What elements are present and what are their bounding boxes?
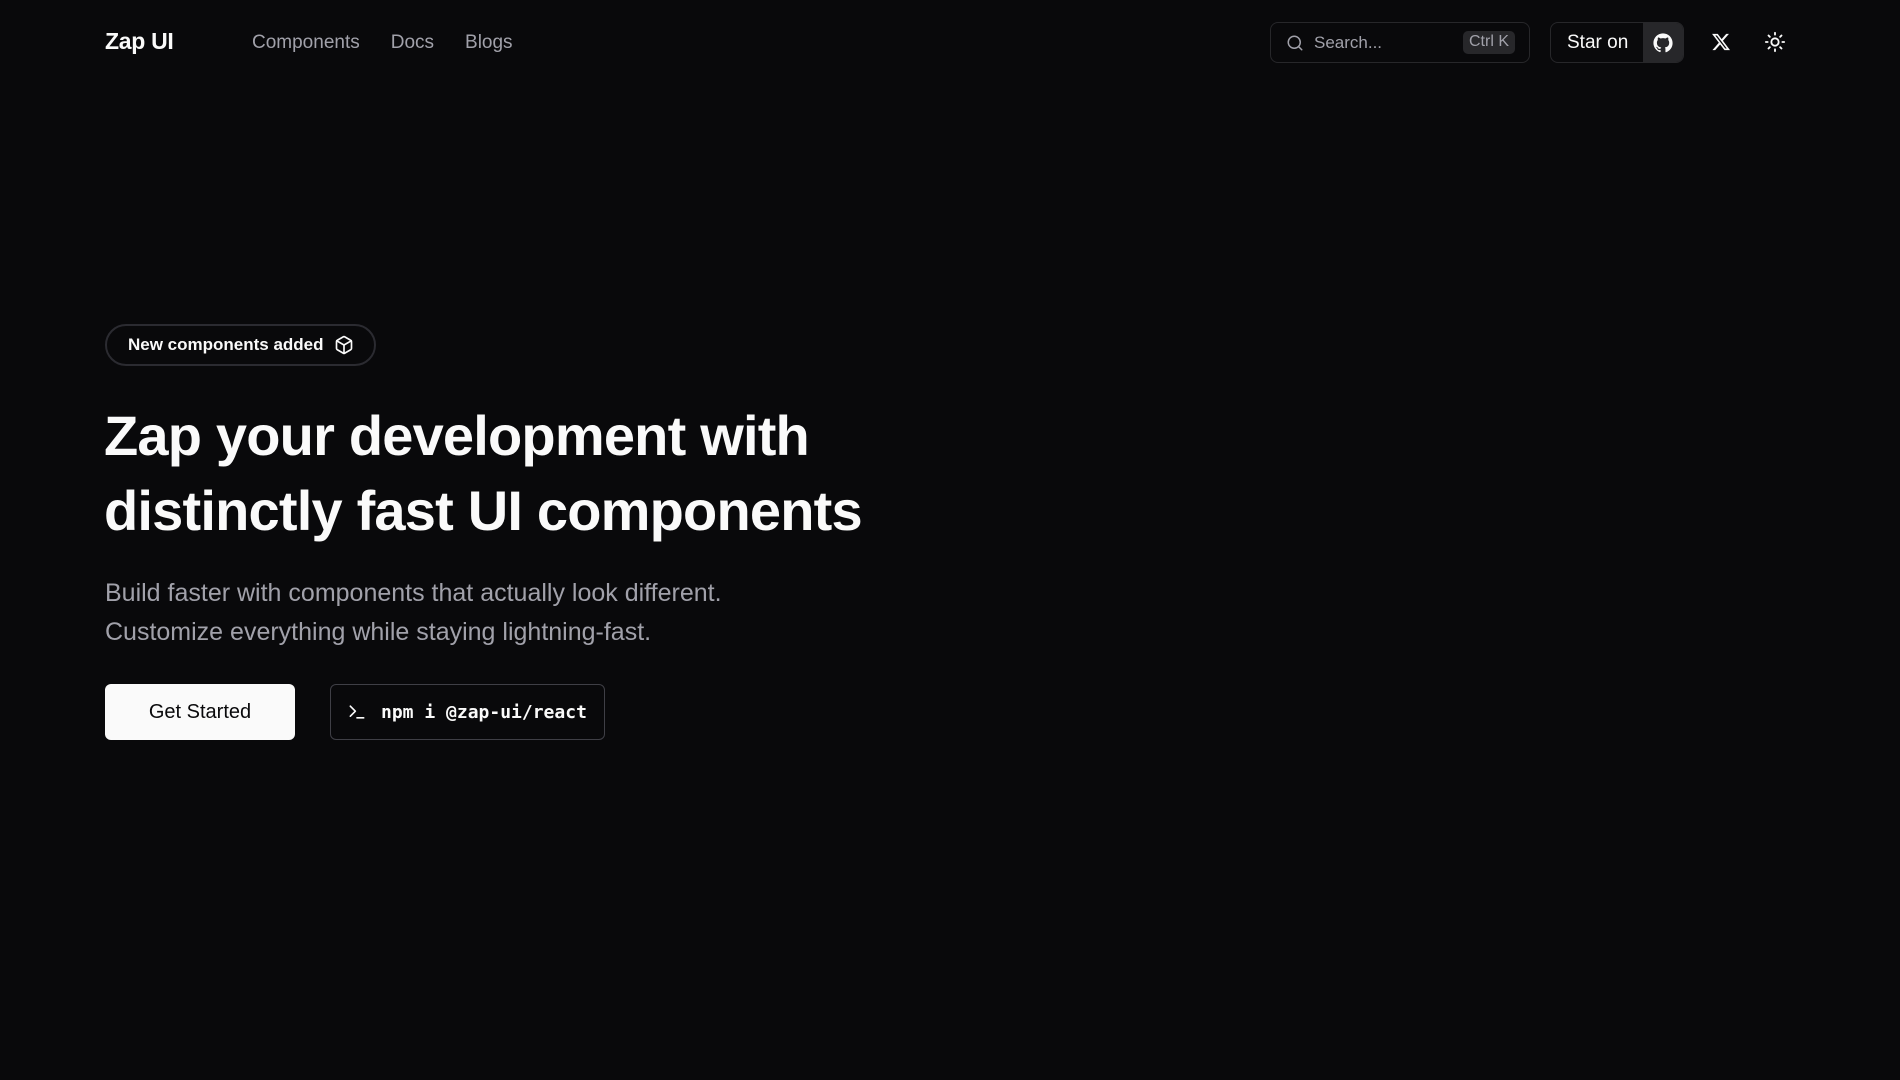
primary-nav: Components Docs Blogs xyxy=(252,32,513,54)
github-star-button[interactable]: Star on xyxy=(1550,22,1685,63)
search-shortcut-kbd: Ctrl K xyxy=(1463,31,1515,54)
search-icon xyxy=(1286,34,1304,52)
subtext-line: Build faster with components that actual… xyxy=(105,579,722,607)
brand-logo[interactable]: Zap UI xyxy=(105,28,174,55)
navbar: Zap UI Components Docs Blogs Search... C… xyxy=(0,0,1900,84)
search-placeholder: Search... xyxy=(1314,32,1383,52)
nav-link-components[interactable]: Components xyxy=(252,32,360,54)
get-started-button[interactable]: Get Started xyxy=(105,684,295,740)
headline-line: distinctly fast UI components xyxy=(104,479,863,542)
box-icon xyxy=(334,335,354,355)
sun-icon[interactable] xyxy=(1761,28,1789,56)
npm-command-text: npm i @zap-ui/react xyxy=(381,701,587,723)
new-components-badge[interactable]: New components added xyxy=(105,324,376,366)
search-input[interactable]: Search... Ctrl K xyxy=(1270,22,1530,63)
star-label: Star on xyxy=(1567,31,1629,53)
terminal-icon xyxy=(347,702,367,722)
subtext-line: Customize everything while staying light… xyxy=(105,618,652,646)
npm-install-command[interactable]: npm i @zap-ui/react xyxy=(330,684,605,740)
nav-link-blogs[interactable]: Blogs xyxy=(465,32,513,54)
headline-line: Zap your development with xyxy=(104,404,810,467)
badge-label: New components added xyxy=(128,335,324,354)
hero-headline: Zap your development with distinctly fas… xyxy=(104,398,1004,548)
nav-link-docs[interactable]: Docs xyxy=(391,32,434,54)
github-icon xyxy=(1643,23,1684,62)
hero-subtext: Build faster with components that actual… xyxy=(105,574,1005,652)
x-icon[interactable] xyxy=(1707,28,1735,56)
